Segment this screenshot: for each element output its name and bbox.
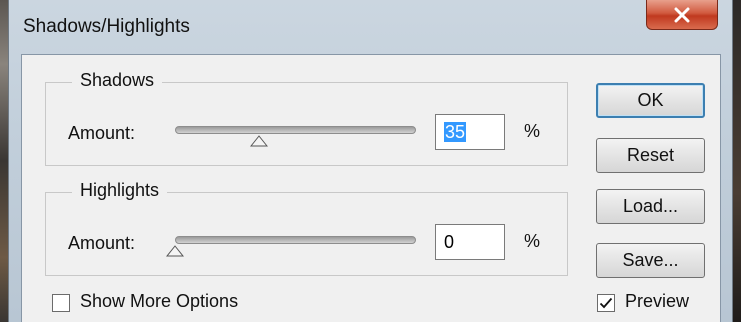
highlights-group: Highlights Amount: 0 % <box>45 180 568 276</box>
save-button[interactable]: Save... <box>596 243 705 278</box>
shadows-group: Shadows Amount: 35 % <box>45 70 568 166</box>
window-title: Shadows/Highlights <box>23 16 190 37</box>
shadows-group-title: Shadows <box>72 70 163 91</box>
checkmark-icon <box>599 297 613 309</box>
preview-checkbox[interactable] <box>597 294 615 312</box>
ok-button[interactable]: OK <box>596 83 705 118</box>
highlights-amount-slider-track[interactable] <box>175 236 416 244</box>
preview-label[interactable]: Preview <box>625 291 689 312</box>
shadows-amount-label: Amount: <box>68 123 136 143</box>
show-more-options-label[interactable]: Show More Options <box>80 291 238 312</box>
reset-button[interactable]: Reset <box>596 138 705 173</box>
shadows-percent-unit: % <box>524 121 541 141</box>
highlights-group-title: Highlights <box>72 180 168 201</box>
highlights-amount-input[interactable]: 0 <box>435 224 505 260</box>
highlights-percent-unit: % <box>524 231 541 251</box>
shadows-amount-value: 35 <box>444 122 467 142</box>
show-more-options-checkbox[interactable] <box>52 294 70 312</box>
highlights-amount-label: Amount: <box>68 233 136 253</box>
highlights-amount-slider-thumb[interactable] <box>166 245 184 257</box>
shadows-amount-input[interactable]: 35 <box>435 114 505 150</box>
shadows-highlights-dialog: Shadows/Highlights Shadows Amount: 35 % … <box>8 0 733 322</box>
shadows-amount-slider-thumb[interactable] <box>250 135 269 147</box>
close-x-icon <box>674 7 690 22</box>
dialog-client-area: Shadows Amount: 35 % Highlights Amount: … <box>21 54 721 322</box>
close-button[interactable] <box>646 0 718 30</box>
highlights-amount-value: 0 <box>444 232 455 252</box>
load-button[interactable]: Load... <box>596 189 705 224</box>
shadows-amount-slider-track[interactable] <box>175 126 416 134</box>
title-bar[interactable]: Shadows/Highlights <box>9 0 732 54</box>
